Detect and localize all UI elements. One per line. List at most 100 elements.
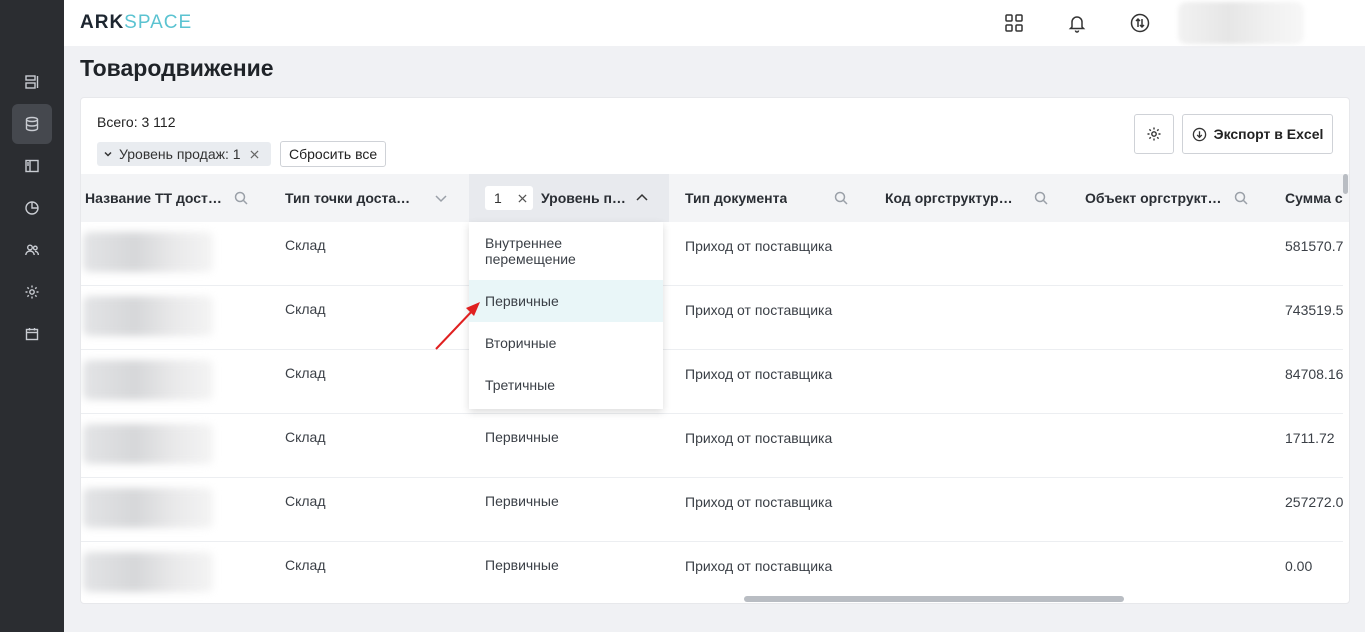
table-row[interactable]: Склад Первичные Приход от поставщика 171… (81, 414, 1343, 478)
table-row[interactable]: Склад Приход от поставщика 84708.16 (81, 350, 1343, 414)
sales-level-dropdown: Внутреннее перемещение Первичные Вторичн… (469, 222, 663, 409)
column-label: Название ТТ дост… (85, 190, 222, 206)
blurred-name (83, 424, 213, 464)
dropdown-option-selected[interactable]: Первичные (469, 280, 663, 322)
panel-left-icon (25, 159, 39, 173)
blurred-name (83, 552, 213, 592)
dropdown-option[interactable]: Внутреннее перемещение (469, 222, 663, 280)
column-header-sum[interactable]: Сумма с (1285, 174, 1349, 222)
cell-point-type: Склад (285, 237, 326, 253)
user-profile[interactable] (1178, 2, 1304, 44)
cell-sum: 1711.72 (1285, 430, 1335, 446)
cell-doc-type: Приход от поставщика (685, 558, 833, 574)
cell-sum: 257272.0 (1285, 494, 1344, 510)
total-count: Всего: 3 112 (97, 114, 176, 130)
column-header-doc-type[interactable]: Тип документа (685, 174, 869, 222)
cell-doc-type: Приход от поставщика (685, 238, 833, 254)
column-label: Код оргструктур… (885, 190, 1013, 206)
sidebar-item-users[interactable] (12, 230, 52, 270)
calendar-icon (25, 328, 39, 341)
reset-all-button[interactable]: Сбросить все (280, 141, 387, 167)
sidebar-item-settings[interactable] (12, 272, 52, 312)
cell-sum: 0.00 (1285, 558, 1313, 574)
sidebar-item-calendar[interactable] (12, 314, 52, 354)
cell-sum: 581570.7 (1285, 238, 1344, 254)
top-bar: ARKSPACE (64, 0, 1365, 46)
export-label: Экспорт в Excel (1213, 126, 1324, 142)
column-label: Сумма с (1285, 190, 1343, 206)
level-filter-value: 1 (494, 190, 502, 206)
chevron-down-icon[interactable] (103, 149, 113, 159)
table-header: Название ТТ дост… Тип точки доста… 1 Уро… (81, 174, 1349, 222)
layout-list-icon (25, 75, 39, 89)
table-settings-button[interactable] (1134, 114, 1174, 154)
dropdown-option[interactable]: Третичные (469, 364, 663, 406)
column-label: Уровень п… (541, 190, 626, 206)
cell-doc-type: Приход от поставщика (685, 302, 833, 318)
table-row[interactable]: Склад Приход от поставщика 581570.7 (81, 222, 1343, 286)
search-icon[interactable] (833, 190, 849, 206)
sidebar-item-reports[interactable] (12, 188, 52, 228)
chevron-up-icon[interactable] (634, 190, 650, 206)
filter-chip-label: Уровень продаж: 1 (119, 146, 241, 162)
download-icon (1192, 127, 1206, 141)
cell-doc-type: Приход от поставщика (685, 366, 833, 382)
blurred-name (83, 232, 213, 272)
app-logo[interactable]: ARKSPACE (80, 12, 192, 34)
annotation-arrow-icon (435, 302, 480, 350)
level-filter-input[interactable]: 1 (485, 186, 533, 210)
horizontal-scrollbar[interactable] (744, 596, 1124, 602)
sidebar-item-database[interactable] (12, 104, 52, 144)
column-header-point-type[interactable]: Тип точки доста… (285, 174, 469, 222)
logo-part-space: SPACE (124, 12, 193, 33)
cell-level: Первичные (485, 557, 559, 573)
blurred-name (83, 488, 213, 528)
column-header-tt-name[interactable]: Название ТТ дост… (85, 174, 281, 222)
cell-point-type: Склад (285, 557, 326, 573)
sidebar (0, 0, 64, 632)
cell-point-type: Склад (285, 301, 326, 317)
notifications-button[interactable] (1063, 9, 1091, 37)
search-icon[interactable] (233, 190, 249, 206)
vertical-scrollbar[interactable] (1343, 174, 1348, 194)
cell-level: Первичные (485, 493, 559, 509)
apps-grid-button[interactable] (1000, 9, 1028, 37)
close-icon[interactable] (518, 193, 527, 203)
cell-point-type: Склад (285, 365, 326, 381)
cell-doc-type: Приход от поставщика (685, 494, 833, 510)
cell-point-type: Склад (285, 493, 326, 509)
filter-chip[interactable]: Уровень продаж: 1 (97, 142, 271, 166)
cell-sum: 84708.16 (1285, 366, 1344, 382)
table-row[interactable]: Склад Первичные Приход от поставщика 257… (81, 478, 1343, 542)
column-label: Тип документа (685, 190, 788, 206)
dropdown-option[interactable]: Вторичные (469, 322, 663, 364)
close-icon[interactable] (247, 146, 263, 162)
blurred-name (83, 296, 213, 336)
search-icon[interactable] (1033, 190, 1049, 206)
column-header-org-object[interactable]: Объект оргструкт… (1085, 174, 1269, 222)
pie-chart-icon (25, 201, 39, 215)
export-excel-button[interactable]: Экспорт в Excel (1182, 114, 1333, 154)
column-header-org-code[interactable]: Код оргструктур… (885, 174, 1069, 222)
gear-icon (25, 285, 39, 299)
page-title: Товародвижение (80, 55, 274, 81)
table-card: Всего: 3 112 Уровень продаж: 1 Сбросить … (80, 97, 1350, 604)
users-icon (25, 244, 39, 256)
cell-point-type: Склад (285, 429, 326, 445)
sidebar-item-layout[interactable] (12, 62, 52, 102)
sync-button[interactable] (1126, 9, 1154, 37)
search-icon[interactable] (1233, 190, 1249, 206)
chevron-down-icon[interactable] (433, 190, 449, 206)
gear-icon (1147, 127, 1161, 141)
column-label: Тип точки доста… (285, 190, 411, 206)
database-icon (25, 116, 39, 132)
sidebar-item-sidebar-panel[interactable] (12, 146, 52, 186)
table-row[interactable]: Склад Первичные Приход от поставщика 0.0… (81, 542, 1343, 603)
cell-level: Первичные (485, 429, 559, 445)
apps-grid-icon (1005, 14, 1023, 32)
column-label: Объект оргструкт… (1085, 190, 1222, 206)
bell-icon (1068, 16, 1086, 33)
logo-part-ark: ARK (80, 12, 125, 33)
table-row[interactable]: Склад Приход от поставщика 743519.5 (81, 286, 1343, 350)
column-header-sales-level[interactable]: 1 Уровень п… (469, 174, 669, 222)
